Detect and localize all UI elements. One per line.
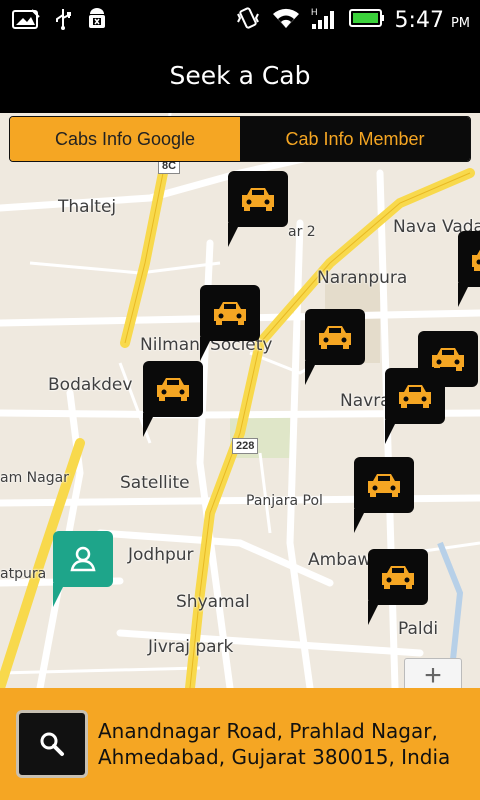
- place-label: Shyamal: [176, 592, 250, 612]
- address-bar: Anandnagar Road, Prahlad Nagar, Ahmedaba…: [0, 688, 480, 800]
- place-label: atpura: [0, 566, 47, 582]
- place-label: Navra: [340, 391, 391, 411]
- place-label: am Nagar: [0, 470, 69, 486]
- place-label: Thaltej: [58, 197, 117, 217]
- place-label: Panjara Pol: [246, 493, 323, 509]
- cab-marker[interactable]: [143, 361, 203, 441]
- svg-text:H: H: [311, 7, 318, 17]
- tab-cabs-info-google[interactable]: Cabs Info Google: [10, 117, 240, 161]
- cab-marker[interactable]: [354, 457, 414, 537]
- cab-marker[interactable]: [200, 285, 260, 365]
- cab-marker[interactable]: [228, 171, 288, 251]
- search-icon: [40, 732, 64, 756]
- taxi-icon: [242, 188, 274, 211]
- android-debug-icon: [86, 7, 108, 36]
- signal-icon: H: [311, 6, 339, 35]
- cab-marker[interactable]: [385, 368, 445, 448]
- page-title: Seek a Cab: [169, 61, 311, 90]
- vibrate-icon: [235, 5, 261, 36]
- taxi-icon: [319, 326, 351, 349]
- place-label: Bodakdev: [48, 375, 133, 395]
- clock: 5:47 PM: [394, 8, 470, 33]
- place-label: Jivraj park: [148, 637, 234, 657]
- usb-icon: [54, 7, 72, 36]
- place-label: Naranpura: [317, 268, 408, 288]
- address-line-2: Ahmedabad, Gujarat 380015, India: [98, 745, 451, 769]
- taxi-icon: [472, 249, 480, 271]
- cab-marker[interactable]: [305, 309, 365, 389]
- cab-marker[interactable]: [458, 231, 480, 311]
- tab-cab-info-member[interactable]: Cab Info Member: [240, 117, 470, 161]
- map-view[interactable]: Thaltej Nava Vada Naranpura Nilmani Soci…: [0, 113, 480, 688]
- taxi-icon: [382, 566, 414, 589]
- place-label: ar 2: [288, 224, 316, 240]
- place-label: Satellite: [120, 473, 190, 493]
- taxi-icon: [214, 302, 246, 325]
- wifi-icon: [271, 6, 301, 35]
- taxi-icon: [399, 385, 431, 408]
- title-bar: Seek a Cab: [0, 38, 480, 113]
- place-label: Jodhpur: [128, 545, 194, 565]
- address-text: Anandnagar Road, Prahlad Nagar, Ahmedaba…: [98, 718, 468, 770]
- user-location-marker[interactable]: [53, 531, 113, 611]
- status-bar: H 5:47 PM: [0, 0, 480, 38]
- image-icon: [12, 8, 40, 35]
- zoom-in-button[interactable]: +: [404, 658, 462, 688]
- taxi-icon: [368, 474, 400, 497]
- road-shield: 228: [232, 438, 259, 454]
- taxi-icon: [157, 378, 189, 401]
- address-line-1: Anandnagar Road, Prahlad Nagar,: [98, 719, 438, 743]
- search-button[interactable]: [16, 710, 88, 778]
- person-pin-icon: [70, 546, 96, 572]
- cab-marker[interactable]: [368, 549, 428, 629]
- battery-icon: [348, 8, 385, 33]
- tab-bar: Cabs Info Google Cab Info Member: [9, 116, 471, 162]
